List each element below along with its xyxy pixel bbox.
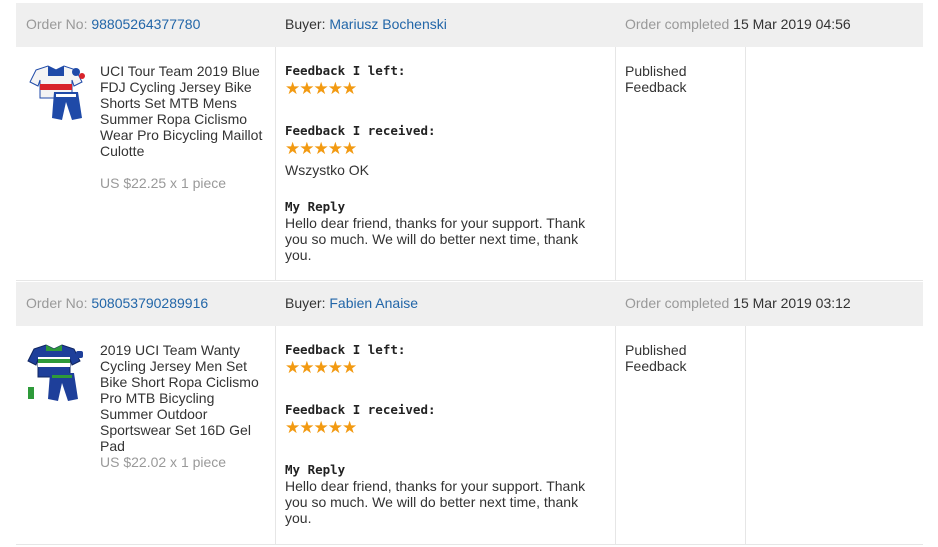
order-no-link[interactable]: 98805264377780 bbox=[91, 16, 200, 32]
my-reply-label: My Reply bbox=[285, 199, 346, 214]
product-thumbnail[interactable] bbox=[26, 64, 86, 126]
order-number: Order No: 508053790289916 bbox=[26, 295, 208, 311]
order-no-label: Order No: bbox=[26, 16, 88, 32]
feedback-left-label: Feedback I left: bbox=[285, 342, 406, 357]
buyer-label: Buyer: bbox=[285, 16, 326, 32]
feedback-status: Published Feedback bbox=[625, 342, 687, 374]
order-body: UCI Tour Team 2019 Blue FDJ Cycling Jers… bbox=[16, 47, 923, 281]
feedback-received-label: Feedback I received: bbox=[285, 402, 436, 417]
my-reply-text: Hello dear friend, thanks for your suppo… bbox=[285, 215, 586, 263]
order-no-label: Order No: bbox=[26, 295, 88, 311]
completed-label: Order completed bbox=[625, 16, 730, 32]
product-title-link[interactable]: UCI Tour Team 2019 Blue FDJ Cycling Jers… bbox=[100, 63, 270, 159]
product-title-link[interactable]: 2019 UCI Team Wanty Cycling Jersey Men S… bbox=[100, 342, 270, 454]
order-completed: Order completed 15 Mar 2019 04:56 bbox=[625, 16, 851, 32]
order-card: Order No: 98805264377780 Buyer: Mariusz … bbox=[16, 3, 923, 281]
completed-date: 15 Mar 2019 04:56 bbox=[733, 16, 851, 32]
feedback-comment: Wszystko OK bbox=[285, 162, 370, 178]
buyer-link[interactable]: Mariusz Bochenski bbox=[329, 16, 447, 32]
feedback-left-stars: ★★★★★ bbox=[285, 79, 357, 98]
order-header: Order No: 508053790289916 Buyer: Fabien … bbox=[16, 282, 923, 326]
order-card: Order No: 508053790289916 Buyer: Fabien … bbox=[16, 282, 923, 545]
my-reply-text: Hello dear friend, thanks for your suppo… bbox=[285, 478, 586, 526]
buyer-info: Buyer: Mariusz Bochenski bbox=[285, 16, 447, 32]
feedback-received-label: Feedback I received: bbox=[285, 123, 436, 138]
buyer-info: Buyer: Fabien Anaise bbox=[285, 295, 418, 311]
product-price: US $22.02 x 1 piece bbox=[100, 454, 227, 470]
my-reply-label: My Reply bbox=[285, 462, 346, 477]
feedback-received-stars: ★★★★★ bbox=[285, 418, 357, 437]
buyer-label: Buyer: bbox=[285, 295, 326, 311]
product-thumbnail[interactable] bbox=[26, 343, 86, 405]
order-header: Order No: 98805264377780 Buyer: Mariusz … bbox=[16, 3, 923, 47]
product-price: US $22.25 x 1 piece bbox=[100, 175, 227, 191]
feedback-left-label: Feedback I left: bbox=[285, 63, 406, 78]
order-body: 2019 UCI Team Wanty Cycling Jersey Men S… bbox=[16, 326, 923, 545]
completed-label: Order completed bbox=[625, 295, 730, 311]
feedback-status: Published Feedback bbox=[625, 63, 687, 95]
order-no-link[interactable]: 508053790289916 bbox=[91, 295, 208, 311]
feedback-left-stars: ★★★★★ bbox=[285, 358, 357, 377]
completed-date: 15 Mar 2019 03:12 bbox=[733, 295, 851, 311]
order-completed: Order completed 15 Mar 2019 03:12 bbox=[625, 295, 851, 311]
feedback-received-stars: ★★★★★ bbox=[285, 139, 357, 158]
buyer-link[interactable]: Fabien Anaise bbox=[329, 295, 418, 311]
order-number: Order No: 98805264377780 bbox=[26, 16, 200, 32]
